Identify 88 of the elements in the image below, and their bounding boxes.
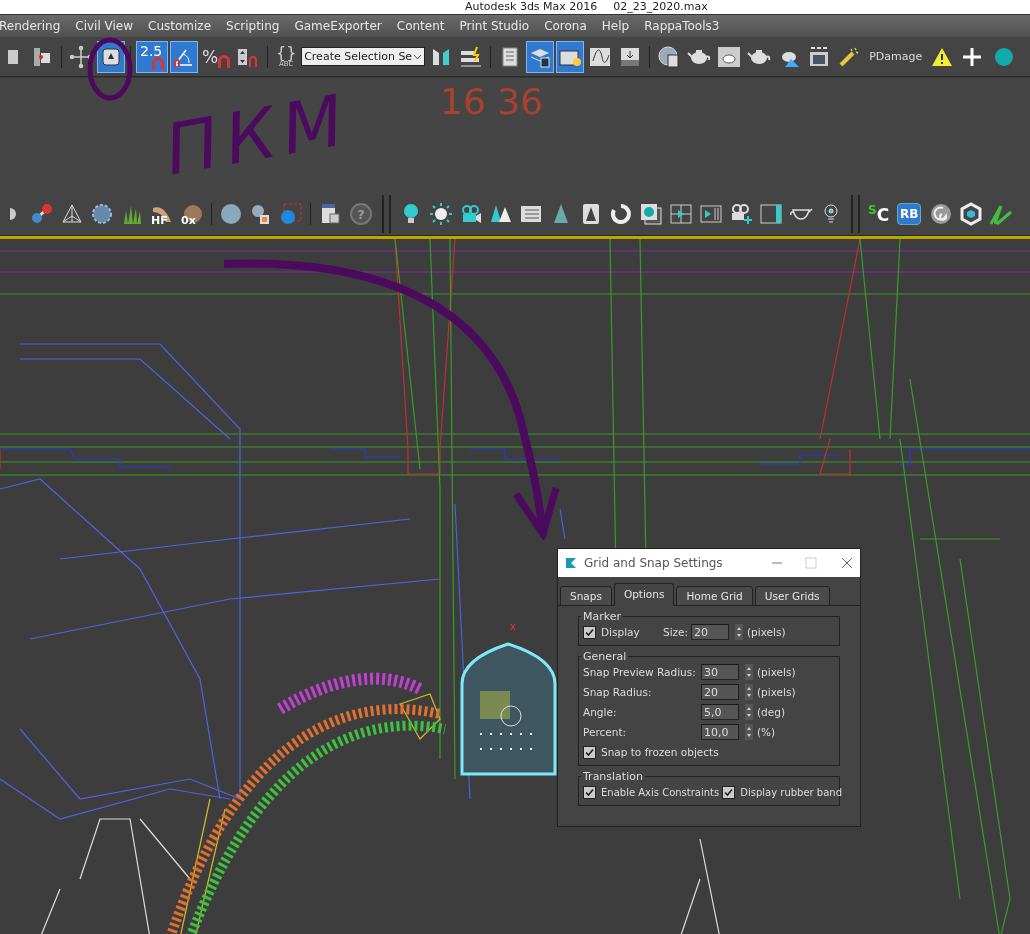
unit-label: (deg) xyxy=(757,706,785,718)
toolbar-grip[interactable] xyxy=(851,195,860,233)
camera-icon xyxy=(729,202,753,226)
close-icon[interactable] xyxy=(840,556,854,570)
square-icon xyxy=(8,49,18,64)
number-field[interactable]: 20 xyxy=(701,684,739,700)
menu-item[interactable]: Civil View xyxy=(75,19,141,33)
move-icon xyxy=(69,44,93,69)
field-label: Angle: xyxy=(583,706,618,718)
image-icon xyxy=(639,202,663,226)
field-label: Snap Preview Radius: xyxy=(583,666,697,678)
field-label: Size: xyxy=(663,626,690,638)
dialog-tab[interactable]: Snaps xyxy=(560,586,612,606)
spinner-arrows-icon[interactable] xyxy=(745,724,753,740)
spinner-arrows-icon[interactable] xyxy=(745,684,753,700)
menu-item[interactable]: Corona xyxy=(544,19,594,33)
frame-icon xyxy=(699,202,723,226)
toolbar-button[interactable]: HF xyxy=(148,198,176,230)
menu-item[interactable]: Content xyxy=(396,19,452,33)
toolbar-label[interactable]: PDamage xyxy=(869,50,923,63)
axis-label: x xyxy=(510,621,516,632)
spinner-arrows-icon[interactable] xyxy=(745,704,753,720)
handwritten-time: 16 36 xyxy=(440,84,544,120)
number-field[interactable]: 30 xyxy=(701,664,739,680)
checkbox[interactable] xyxy=(583,745,596,759)
spinner-arrows-icon[interactable] xyxy=(735,624,743,640)
menu-item[interactable]: GameExporter xyxy=(294,19,389,33)
menu-item[interactable]: Print Studio xyxy=(459,19,537,33)
menu-item[interactable]: Customize xyxy=(148,19,219,33)
selection-set-dropdown[interactable]: Create Selection Se xyxy=(301,47,426,66)
group-title: Translation xyxy=(582,770,644,783)
unit-label: (%) xyxy=(757,726,776,738)
sphere-icon xyxy=(219,202,243,226)
snap-toggle[interactable]: 2.5 xyxy=(136,40,168,73)
sun-icon xyxy=(429,202,453,226)
circle-mark xyxy=(86,36,134,102)
checkbox[interactable] xyxy=(583,785,596,799)
toolbar-button[interactable] xyxy=(526,40,555,73)
hexagon-icon xyxy=(959,202,984,226)
option-label: Enable Axis Constraints xyxy=(601,786,720,798)
toolbar-grip[interactable] xyxy=(382,195,391,233)
pyramid-icon xyxy=(60,202,84,226)
menu-item[interactable]: RappaTools3 xyxy=(644,19,727,33)
menu-item[interactable]: Help xyxy=(601,19,637,33)
window-title: Autodesk 3ds Max 2016 xyxy=(465,0,598,14)
menu-item[interactable]: Scripting xyxy=(226,19,287,33)
group-title: General xyxy=(582,650,628,663)
dialog-title: Grid and Snap Settings xyxy=(584,556,724,570)
magnet-icon xyxy=(218,54,231,68)
checkbox[interactable] xyxy=(583,625,596,639)
handwritten-note: ПКМ xyxy=(160,84,357,186)
checkbox[interactable] xyxy=(722,785,736,799)
toolbar-button[interactable]: RB xyxy=(897,203,922,225)
magnet-icon xyxy=(152,57,164,70)
toolbar-button[interactable] xyxy=(556,40,585,73)
gear-icon xyxy=(90,202,114,226)
unit-label: (pixels) xyxy=(757,686,796,698)
align-icon xyxy=(459,44,484,69)
molecule-icon xyxy=(30,202,54,226)
option-label: Display rubber band xyxy=(740,786,843,798)
dialog-tab[interactable]: Options xyxy=(613,583,675,606)
option-label: Display xyxy=(601,626,641,638)
spiral-icon xyxy=(929,202,954,226)
window-icon xyxy=(759,202,783,226)
dialog-tab[interactable]: User Grids xyxy=(754,586,830,606)
field-label: Snap Radius: xyxy=(583,686,653,698)
number-field[interactable]: 10,0 xyxy=(701,724,739,740)
sphere-icon xyxy=(279,202,303,226)
option-label: Snap to frozen objects xyxy=(601,746,719,758)
frame-icon xyxy=(669,202,693,226)
snap-toggle[interactable]: % xyxy=(200,40,233,73)
toolbar-button[interactable] xyxy=(170,40,198,73)
unit-label: (pixels) xyxy=(747,626,786,638)
group-title: Marker xyxy=(582,610,623,623)
number-field[interactable]: 20 xyxy=(691,624,729,640)
number-field[interactable]: 5,0 xyxy=(701,704,739,720)
toolbar-button[interactable]: $^{S}$C xyxy=(866,203,892,225)
caret-icon xyxy=(413,53,423,60)
app-logo-icon xyxy=(564,556,578,570)
menu-item[interactable]: Rendering xyxy=(0,19,68,33)
dialog-tab[interactable]: Home Grid xyxy=(676,586,753,606)
camera-icon xyxy=(459,202,483,226)
spinner-arrows-icon[interactable] xyxy=(745,664,753,680)
file-name: 02_23_2020.max xyxy=(613,0,708,14)
globe-icon xyxy=(657,44,682,69)
field-label: Percent: xyxy=(583,726,628,738)
toolbar-button[interactable]: 0x xyxy=(178,198,206,230)
unit-label: (pixels) xyxy=(757,666,796,678)
